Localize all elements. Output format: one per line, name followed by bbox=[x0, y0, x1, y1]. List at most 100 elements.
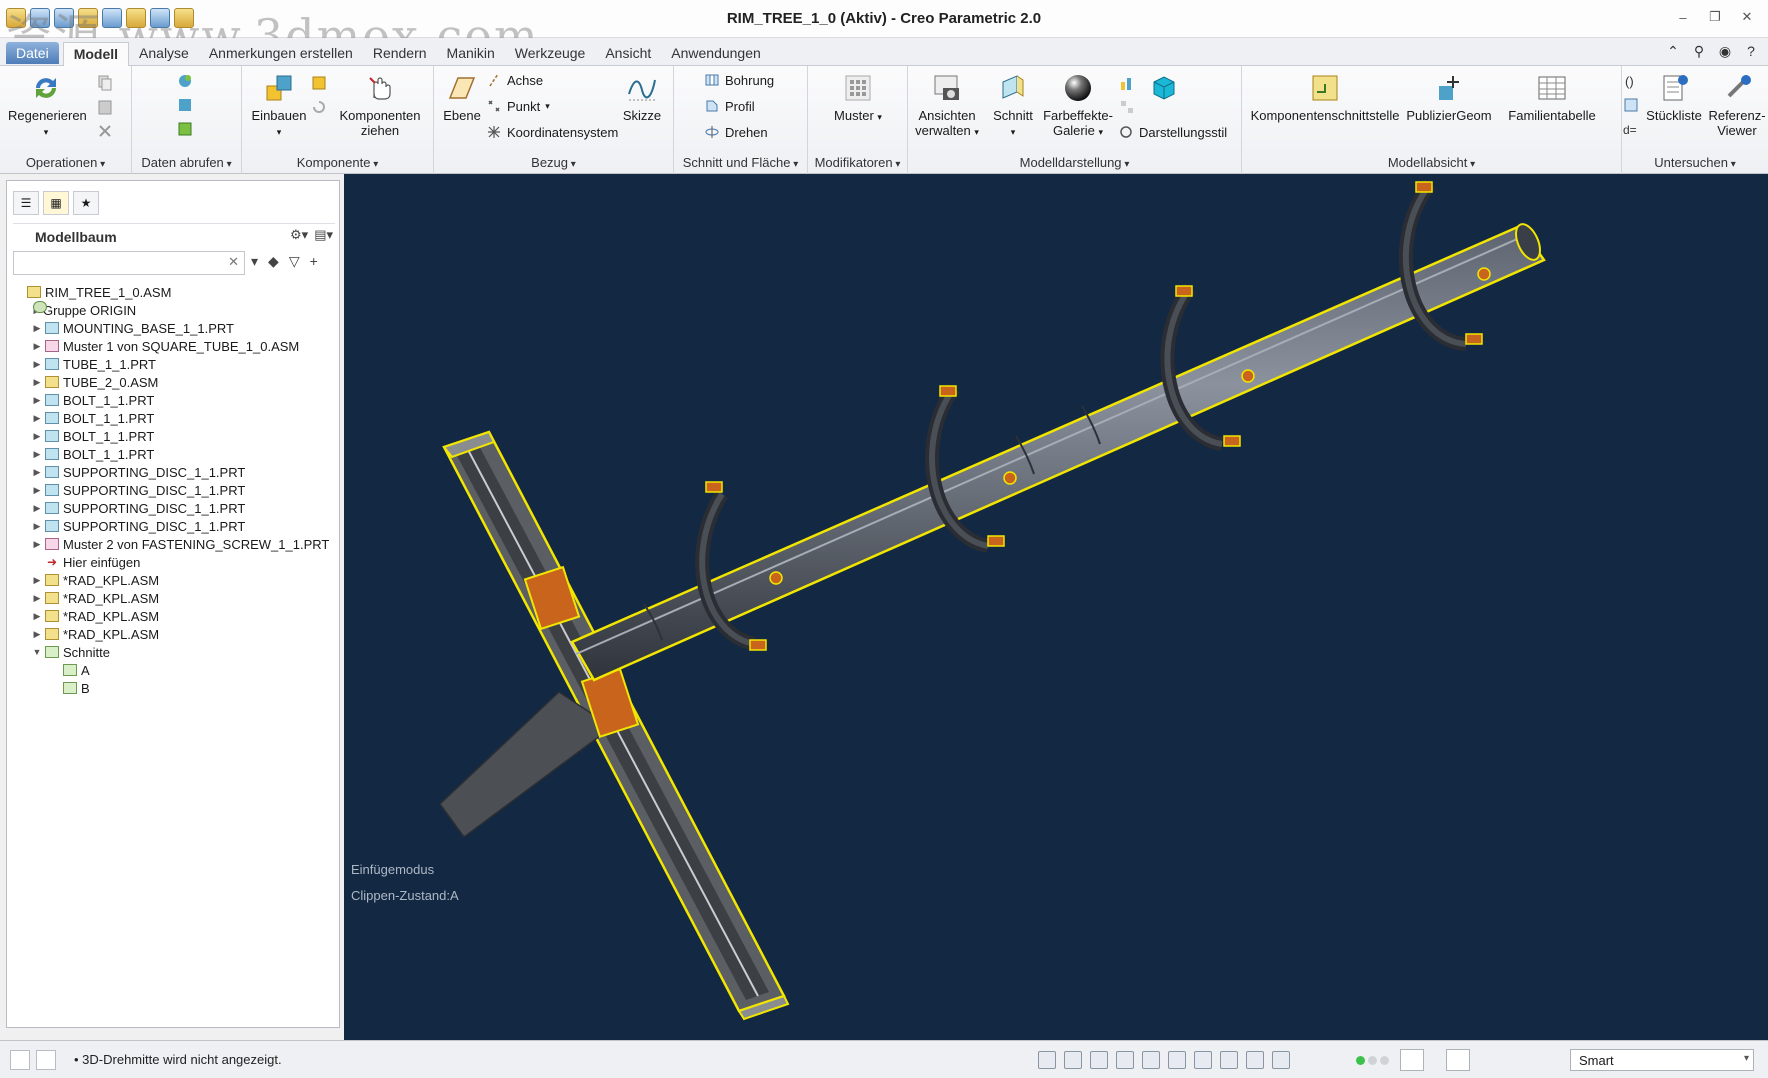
tree-item[interactable]: ▶ SUPPORTING_DISC_1_1.PRT bbox=[13, 499, 335, 517]
skizze-button[interactable]: Skizze bbox=[616, 72, 668, 123]
mounting-base[interactable] bbox=[439, 430, 790, 1021]
paste-icon[interactable] bbox=[96, 98, 114, 116]
bohrung-button[interactable]: Bohrung bbox=[704, 70, 774, 90]
tree-item[interactable]: ▶ Muster 1 von SQUARE_TUBE_1_0.ASM bbox=[13, 337, 335, 355]
tab-werkzeuge[interactable]: Werkzeuge bbox=[505, 42, 596, 64]
tab-anwendungen[interactable]: Anwendungen bbox=[661, 42, 771, 64]
koordinatensystem-button[interactable]: Koordinatensystem bbox=[486, 122, 618, 142]
farbeffekte-galerie-button[interactable]: Farbeffekte- Galerie ▾ bbox=[1040, 72, 1116, 140]
group-komponente-label[interactable]: Komponente bbox=[242, 155, 433, 170]
relations-icon[interactable]: () bbox=[1622, 72, 1640, 90]
ebene-button[interactable]: Ebene bbox=[438, 72, 486, 123]
collapse-ribbon-icon[interactable]: ⌃ bbox=[1664, 42, 1682, 60]
zoom-in-icon[interactable] bbox=[1064, 1051, 1082, 1069]
tree-item[interactable]: ➜ Hier einfügen bbox=[13, 553, 335, 571]
tree-item[interactable]: ▶ SUPPORTING_DISC_1_1.PRT bbox=[13, 463, 335, 481]
minimize-icon[interactable]: – bbox=[1668, 6, 1698, 28]
annotation-display-icon[interactable] bbox=[1272, 1051, 1290, 1069]
maximize-icon[interactable]: ❐ bbox=[1700, 6, 1730, 28]
expand-arrow-icon[interactable]: ▶ bbox=[31, 503, 43, 514]
display-style-icon[interactable] bbox=[1142, 1051, 1160, 1069]
expand-arrow-icon[interactable]: ▶ bbox=[31, 395, 43, 406]
tree-item[interactable]: ▶ SUPPORTING_DISC_1_1.PRT bbox=[13, 517, 335, 535]
achse-button[interactable]: Achse bbox=[486, 70, 543, 90]
familientabelle-button[interactable]: Familientabelle bbox=[1500, 72, 1604, 123]
tree-item[interactable]: ▶ *RAD_KPL.ASM bbox=[13, 625, 335, 643]
tree-item[interactable]: ▶ *RAD_KPL.ASM bbox=[13, 571, 335, 589]
tree-item[interactable]: RIM_TREE_1_0.ASM bbox=[13, 283, 335, 301]
merge-icon[interactable] bbox=[176, 96, 194, 114]
expand-arrow-icon[interactable]: ▶ bbox=[31, 485, 43, 496]
tree-item[interactable]: A bbox=[13, 661, 335, 679]
folder-browser-tab-icon[interactable]: ▦ bbox=[43, 191, 69, 215]
group-modelldarstellung-label[interactable]: Modelldarstellung bbox=[908, 155, 1241, 170]
filter-icon[interactable]: ▽ bbox=[289, 253, 300, 270]
toggle-navigator-icon[interactable] bbox=[10, 1050, 30, 1070]
tree-item[interactable]: ▼ Schnitte bbox=[13, 643, 335, 661]
rotate-component-icon[interactable] bbox=[310, 98, 328, 116]
tree-item[interactable]: ▶ SUPPORTING_DISC_1_1.PRT bbox=[13, 481, 335, 499]
view-manager-icon[interactable] bbox=[1194, 1051, 1212, 1069]
search-icon[interactable]: ⚲ bbox=[1690, 42, 1708, 60]
tab-ansicht[interactable]: Ansicht bbox=[595, 42, 661, 64]
tree-item[interactable]: ▶ BOLT_1_1.PRT bbox=[13, 445, 335, 463]
refit-icon[interactable] bbox=[1038, 1051, 1056, 1069]
expand-arrow-icon[interactable]: ▶ bbox=[31, 467, 43, 478]
tree-item[interactable]: ▶Gruppe ORIGIN bbox=[13, 301, 335, 319]
close-icon[interactable]: ✕ bbox=[1732, 6, 1762, 28]
tab-modell[interactable]: Modell bbox=[62, 42, 130, 67]
tree-item[interactable]: ▶ BOLT_1_1.PRT bbox=[13, 427, 335, 445]
tab-analyse[interactable]: Analyse bbox=[129, 42, 199, 64]
copy-icon[interactable] bbox=[96, 74, 114, 92]
profil-button[interactable]: Profil bbox=[704, 96, 755, 116]
stueckliste-button[interactable]: Stückliste bbox=[1642, 72, 1706, 123]
display-state-icon[interactable] bbox=[1118, 74, 1136, 92]
expand-arrow-icon[interactable]: ▶ bbox=[31, 431, 43, 442]
expand-arrow-icon[interactable]: ▶ bbox=[31, 593, 43, 604]
expand-arrow-icon[interactable]: ▶ bbox=[31, 611, 43, 622]
muster-button[interactable]: Muster ▾ bbox=[822, 72, 894, 125]
tree-item[interactable]: ▶ BOLT_1_1.PRT bbox=[13, 409, 335, 427]
tree-item[interactable]: ▶ *RAD_KPL.ASM bbox=[13, 589, 335, 607]
display-style-cube[interactable] bbox=[1144, 72, 1184, 108]
spin-center-icon[interactable] bbox=[1246, 1051, 1264, 1069]
tree-item[interactable]: ▶ BOLT_1_1.PRT bbox=[13, 391, 335, 409]
group-schnitt-label[interactable]: Schnitt und Fläche bbox=[674, 155, 807, 170]
referenz-viewer-button[interactable]: Referenz- Viewer bbox=[1706, 72, 1768, 138]
expand-arrow-icon[interactable]: ▶ bbox=[31, 359, 43, 370]
tree-item[interactable]: ▶ *RAD_KPL.ASM bbox=[13, 607, 335, 625]
expand-arrow-icon[interactable]: ▶ bbox=[31, 449, 43, 460]
repaint-icon[interactable] bbox=[1116, 1051, 1134, 1069]
graphics-window[interactable]: Einfügemodus Clippen-Zustand:A bbox=[344, 174, 1768, 1040]
selected-items-icon[interactable] bbox=[1446, 1049, 1470, 1071]
tab-manikin[interactable]: Manikin bbox=[437, 42, 505, 64]
tab-rendern[interactable]: Rendern bbox=[363, 42, 437, 64]
expand-arrow-icon[interactable]: ▶ bbox=[31, 323, 43, 334]
expand-arrow-icon[interactable]: ▶ bbox=[31, 413, 43, 424]
tab-anmerkungen[interactable]: Anmerkungen erstellen bbox=[199, 42, 363, 64]
delete-icon[interactable] bbox=[96, 122, 114, 140]
darstellungsstil-button[interactable]: Darstellungsstil bbox=[1118, 122, 1227, 142]
settings-icon[interactable]: ⚙▾ bbox=[290, 227, 308, 243]
group-untersuchen-label[interactable]: Untersuchen bbox=[1622, 155, 1768, 170]
help-icon[interactable]: ? bbox=[1742, 42, 1760, 60]
selection-filter-select[interactable]: Smart ▾ bbox=[1570, 1049, 1754, 1071]
tree-item[interactable]: ▶ TUBE_1_1.PRT bbox=[13, 355, 335, 373]
punkt-button[interactable]: Punkt ▾ bbox=[486, 96, 550, 116]
dimension-icon[interactable]: d= bbox=[1622, 120, 1640, 138]
model-tree-tab-icon[interactable]: ☰ bbox=[13, 191, 39, 215]
add-icon[interactable]: + bbox=[310, 253, 318, 270]
group-daten-abrufen-label[interactable]: Daten abrufen bbox=[132, 155, 241, 170]
tree-item[interactable]: ▶ Muster 2 von FASTENING_SCREW_1_1.PRT bbox=[13, 535, 335, 553]
tree-item[interactable]: B bbox=[13, 679, 335, 697]
ansichten-verwalten-button[interactable]: Ansichten verwalten ▾ bbox=[908, 72, 986, 140]
expand-arrow-icon[interactable]: ▶ bbox=[31, 575, 43, 586]
einbauen-button[interactable]: Einbauen ▾ bbox=[246, 72, 312, 140]
komponentenschnittstelle-button[interactable]: Komponentenschnittstelle bbox=[1250, 72, 1400, 123]
expand-arrow-icon[interactable]: ▼ bbox=[31, 647, 43, 657]
expand-arrow-icon[interactable]: ▶ bbox=[31, 377, 43, 388]
komponenten-ziehen-button[interactable]: Komponenten ziehen bbox=[334, 72, 426, 138]
binoculars-icon[interactable]: ◆ bbox=[268, 253, 279, 270]
find-icon[interactable] bbox=[1400, 1049, 1424, 1071]
expand-arrow-icon[interactable]: ▶ bbox=[31, 629, 43, 640]
